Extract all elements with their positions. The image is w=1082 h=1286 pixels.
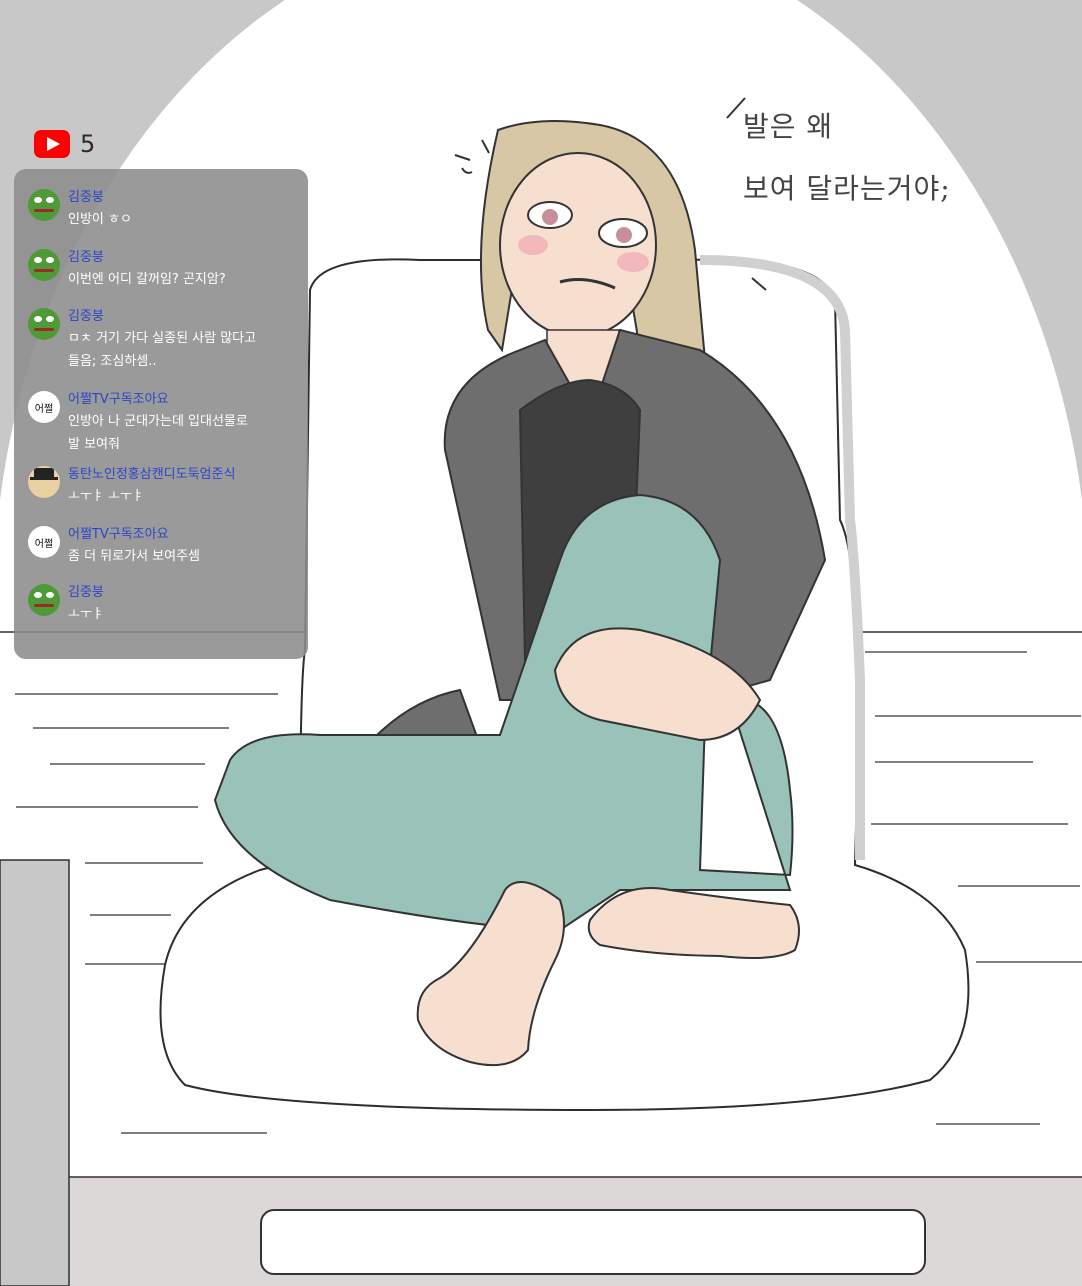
text-avatar: 어쩔 xyxy=(28,391,60,423)
side-panel xyxy=(0,859,70,1286)
youtube-play-icon xyxy=(34,130,70,158)
chat-text: ㅗㅜㅑ ㅗㅜㅑ xyxy=(68,489,144,504)
viewer-counter: 5 xyxy=(34,130,95,158)
chat-text: 들음; 조심하셈.. xyxy=(68,354,157,369)
chat-text: 이번엔 어디 갈꺼임? 곤지암? xyxy=(68,272,226,287)
chat-username: 김중붕 xyxy=(68,190,104,205)
chat-message: 김중붕 ㅗㅜㅑ xyxy=(28,584,303,624)
live-chat-panel[interactable]: 김중붕 인방이 ㅎㅇ 김중붕 이번엔 어디 갈꺼임? 곤지암? 김중붕 ㅁㅊ 거… xyxy=(14,169,308,659)
chat-username: 김중붕 xyxy=(68,309,104,324)
chat-message: 어쩔 어쩔TV구독조아요 좀 더 뒤로가서 보여주셈 xyxy=(28,526,303,566)
speech-bubble: 발은 왜 보여 달라는거야; xyxy=(743,110,983,234)
chat-text: 인방이 ㅎㅇ xyxy=(68,212,132,227)
chat-username: 동탄노인정홍삼캔디도둑엄준식 xyxy=(68,467,236,482)
pepe-avatar xyxy=(28,584,60,616)
chat-text: 인방아 나 군대가는데 입대선물로 xyxy=(68,414,248,429)
chat-message: 김중붕 ㅁㅊ 거기 가다 실종된 사람 많다고 들음; 조심하셈.. xyxy=(28,308,303,371)
pepe-avatar xyxy=(28,189,60,221)
chat-text: ㅁㅊ 거기 가다 실종된 사람 많다고 xyxy=(68,331,257,346)
speech-line-1: 발은 왜 xyxy=(743,110,834,143)
keyboard[interactable] xyxy=(260,1209,926,1275)
chat-message: 어쩔 어쩔TV구독조아요 인방아 나 군대가는데 입대선물로 발 보여줘 xyxy=(28,391,303,454)
chat-username: 어쩔TV구독조아요 xyxy=(68,527,169,542)
hat-avatar xyxy=(28,466,60,498)
chat-username: 김중붕 xyxy=(68,250,104,265)
chat-text: 좀 더 뒤로가서 보여주셈 xyxy=(68,549,200,564)
chat-username: 김중붕 xyxy=(68,585,104,600)
pepe-avatar xyxy=(28,249,60,281)
chat-message: 김중붕 이번엔 어디 갈꺼임? 곤지암? xyxy=(28,249,303,289)
pepe-avatar xyxy=(28,308,60,340)
text-avatar: 어쩔 xyxy=(28,526,60,558)
chat-text: 발 보여줘 xyxy=(68,437,120,452)
chat-message: 김중붕 인방이 ㅎㅇ xyxy=(28,189,303,229)
chat-text: ㅗㅜㅑ xyxy=(68,607,104,622)
chat-username: 어쩔TV구독조아요 xyxy=(68,392,169,407)
chat-message: 동탄노인정홍삼캔디도둑엄준식 ㅗㅜㅑ ㅗㅜㅑ xyxy=(28,466,303,506)
viewer-count: 5 xyxy=(80,130,96,158)
speech-line-2: 보여 달라는거야; xyxy=(743,172,951,205)
